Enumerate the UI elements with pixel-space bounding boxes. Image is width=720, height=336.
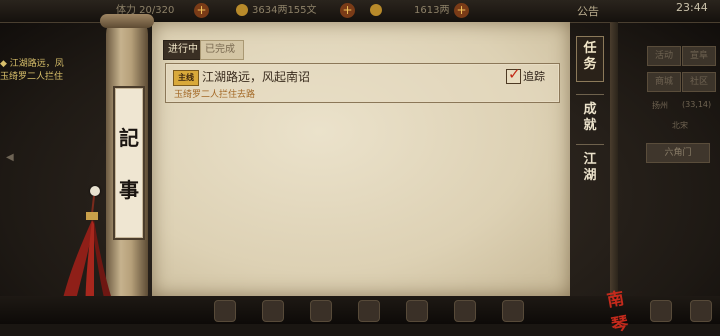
scroll-title-char1: 記 bbox=[119, 126, 139, 150]
checkmark-icon: ✓ bbox=[508, 65, 521, 83]
paper-right-frame bbox=[610, 22, 618, 296]
tab-divider bbox=[576, 144, 604, 145]
quest-title: 江湖路远，风起南诏 bbox=[202, 70, 311, 84]
track-checkbox[interactable]: ✓ bbox=[506, 65, 521, 84]
scroll-rod-top bbox=[100, 14, 154, 28]
tab-quests-char1: 任 bbox=[583, 41, 597, 56]
community-button[interactable]: 社区 bbox=[682, 72, 716, 92]
tab-achievements[interactable]: 成 就 bbox=[576, 102, 604, 134]
shop-button[interactable]: 商城 bbox=[647, 72, 681, 92]
tab-quests[interactable]: 任 务 bbox=[576, 36, 604, 82]
seal-stamp: 南琴 bbox=[605, 288, 631, 336]
notice-button[interactable]: 公告 bbox=[577, 3, 599, 19]
tab-completed[interactable]: 已完成 bbox=[200, 40, 244, 60]
menu-button-1[interactable] bbox=[214, 300, 236, 322]
tab-jianghu[interactable]: 江 湖 bbox=[576, 152, 604, 184]
collapse-left-arrow-icon[interactable]: ◀ bbox=[6, 152, 14, 163]
tab-jianghu-char2: 湖 bbox=[583, 168, 597, 183]
menu-button-9[interactable] bbox=[690, 300, 712, 322]
menu-button-6[interactable] bbox=[454, 300, 476, 322]
menu-button-5[interactable] bbox=[406, 300, 428, 322]
add-money-button[interactable]: + bbox=[340, 3, 355, 18]
ingot-icon bbox=[370, 4, 382, 16]
tab-divider bbox=[576, 94, 604, 95]
tab-achievements-char1: 成 bbox=[583, 102, 597, 117]
tab-quests-char2: 务 bbox=[583, 57, 597, 72]
coin-icon bbox=[236, 4, 248, 16]
ingot-readout: 1613两 bbox=[370, 3, 449, 19]
region-label: 北宋 bbox=[672, 121, 688, 130]
menu-button-2[interactable] bbox=[262, 300, 284, 322]
track-label: 追踪 bbox=[523, 70, 545, 83]
gate-label: 六角门 bbox=[664, 148, 692, 158]
add-stamina-button[interactable]: + bbox=[194, 3, 209, 18]
menu-button-4[interactable] bbox=[358, 300, 380, 322]
tab-achievements-char2: 就 bbox=[583, 118, 597, 133]
add-ingot-button[interactable]: + bbox=[454, 3, 469, 18]
journal-side-tabs: 任 务 成 就 江 湖 bbox=[572, 36, 608, 276]
money-text: 3634两155文 bbox=[252, 5, 317, 16]
clock: 23:44 bbox=[676, 1, 708, 14]
main-quest-badge: 主线 bbox=[173, 70, 199, 86]
menu-button-8[interactable] bbox=[650, 300, 672, 322]
quest-objective: 玉绮罗二人拦住去路 bbox=[174, 90, 256, 100]
quest-hint-line1: ◆ 江湖路远，凤 bbox=[0, 59, 64, 69]
menu-button-3[interactable] bbox=[310, 300, 332, 322]
activity-button[interactable]: 活动 bbox=[647, 46, 681, 66]
button-2[interactable]: 宣阜 bbox=[682, 46, 716, 66]
tab-jianghu-char1: 江 bbox=[583, 152, 597, 167]
quest-hint-line2: 玉绮罗二人拦住 bbox=[0, 72, 64, 82]
ingot-text: 1613两 bbox=[414, 5, 450, 16]
location-name: 扬州 bbox=[652, 101, 668, 110]
quest-entry[interactable]: 主线 江湖路远，风起南诏 玉绮罗二人拦住去路 ✓ 追踪 bbox=[165, 63, 560, 103]
menu-button-7[interactable] bbox=[502, 300, 524, 322]
gate-button[interactable]: 六角门 bbox=[646, 143, 710, 163]
money-readout: 3634两155文 bbox=[236, 3, 317, 19]
quest-hint-panel[interactable]: ◆ 江湖路远，凤 玉绮罗二人拦住 bbox=[0, 58, 100, 86]
location-coords: (33,14) bbox=[682, 100, 712, 109]
jade-bead-icon bbox=[90, 186, 100, 196]
